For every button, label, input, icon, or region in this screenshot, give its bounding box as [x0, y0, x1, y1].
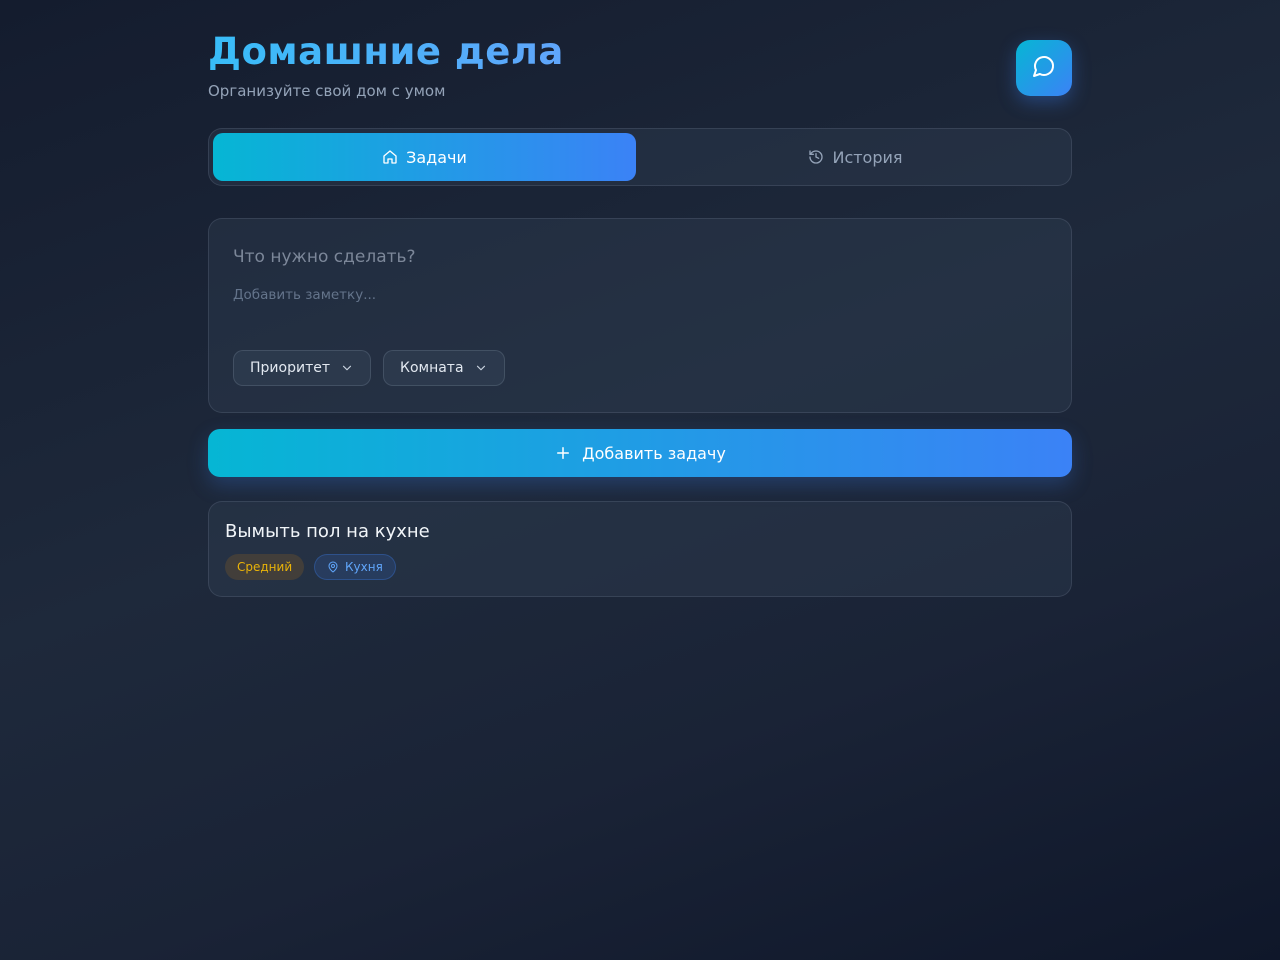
room-select-label: Комната — [400, 360, 464, 376]
priority-select-label: Приоритет — [250, 360, 330, 376]
room-badge-label: Кухня — [345, 560, 383, 574]
room-select[interactable]: Комната — [383, 350, 505, 386]
tab-history-label: История — [832, 147, 903, 167]
chat-button[interactable] — [1016, 40, 1072, 96]
chevron-down-icon — [474, 361, 488, 375]
page-title: Домашние дела — [208, 30, 564, 73]
room-badge: Кухня — [314, 554, 396, 580]
priority-badge: Средний — [225, 554, 305, 580]
tab-history[interactable]: История — [644, 133, 1067, 181]
add-task-button[interactable]: Добавить задачу — [208, 429, 1072, 477]
tab-tasks[interactable]: Задачи — [213, 133, 636, 181]
task-item[interactable]: Вымыть пол на кухне Средний Кухня — [208, 501, 1072, 597]
home-icon — [382, 149, 398, 165]
tab-tasks-label: Задачи — [406, 147, 467, 167]
plus-icon — [554, 444, 572, 462]
task-title: Вымыть пол на кухне — [225, 521, 430, 542]
page-subtitle: Организуйте свой дом с умом — [208, 82, 446, 100]
new-task-form: Приоритет Комната — [208, 218, 1072, 413]
header: Домашние дела Организуйте свой дом с умо… — [208, 0, 1072, 128]
map-pin-icon — [327, 561, 339, 573]
message-circle-icon — [1032, 54, 1056, 82]
add-task-label: Добавить задачу — [582, 443, 726, 463]
app-container: Домашние дела Организуйте свой дом с умо… — [208, 0, 1072, 597]
task-title-input[interactable] — [233, 243, 1033, 271]
history-icon — [808, 149, 824, 165]
priority-select[interactable]: Приоритет — [233, 350, 371, 386]
chevron-down-icon — [340, 361, 354, 375]
tab-bar: Задачи История — [208, 128, 1072, 186]
task-note-input[interactable] — [233, 287, 1033, 327]
priority-badge-label: Средний — [237, 560, 293, 574]
